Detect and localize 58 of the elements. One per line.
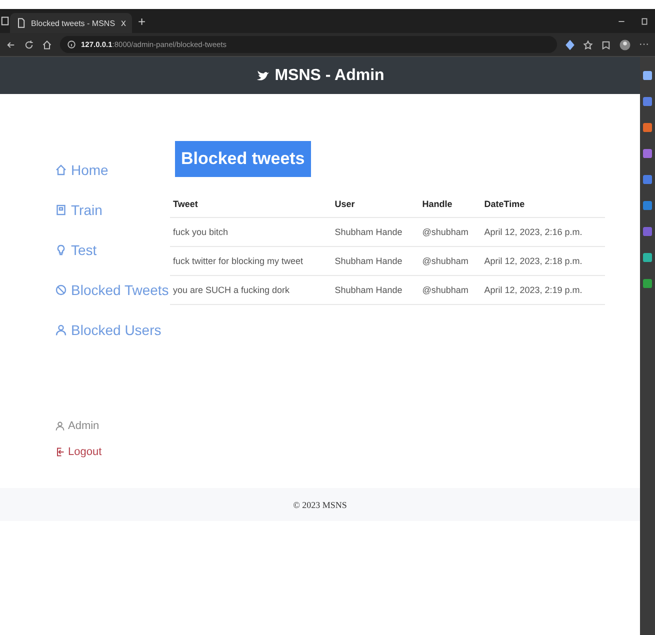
close-tab-button[interactable]: x [121,18,126,28]
nav-link[interactable]: Train [55,190,170,230]
table-cell: April 12, 2023, 2:16 p.m. [481,218,605,246]
table-cell: fuck you bitch [170,218,332,246]
column-header: Tweet [170,191,332,218]
profile-icon [619,38,631,50]
table-cell: @shubham [419,218,482,246]
browser-tab[interactable]: Blocked tweets - MSNS x [10,13,132,33]
table-cell: Shubham Hande [332,218,420,246]
lightbulb-icon [55,244,67,256]
tab-title: Blocked tweets - MSNS [31,18,116,28]
column-header: User [332,191,420,218]
person-icon [55,421,65,431]
nav-link[interactable]: Test [55,230,170,270]
logout-icon [55,447,65,457]
column-header: Handle [419,191,482,218]
more-button[interactable]: ··· [639,39,649,50]
site-title: MSNS - Admin [274,66,384,84]
house-icon [55,164,67,176]
footer-text: © 2023 MSNS [293,500,347,510]
logout-link[interactable]: Logout [55,446,170,458]
nav-link[interactable]: Blocked Users [55,310,170,350]
table-cell: Shubham Hande [332,246,420,276]
book-icon [55,204,67,216]
house-icon [42,40,52,50]
sidebar-app-icon[interactable] [643,175,652,184]
blocked-icon [55,284,67,296]
nav-link[interactable]: Blocked Tweets [55,270,170,310]
sidebar-app-icon[interactable] [643,201,652,210]
admin-link[interactable]: Admin [55,420,170,432]
column-header: DateTime [481,191,605,218]
info-icon [67,40,76,49]
table-cell: fuck twitter for blocking my tweet [170,246,332,276]
table-cell: @shubham [419,246,482,276]
reload-icon [24,40,34,50]
star-icon [583,40,593,50]
table-cell: you are SUCH a fucking dork [170,276,332,304]
page-icon [16,18,26,28]
page-title: Blocked tweets [175,141,311,177]
sidebar-app-icon[interactable] [643,279,652,288]
table-cell: April 12, 2023, 2:18 p.m. [481,246,605,276]
sidebar-app-icon[interactable] [643,71,652,80]
table-cell: April 12, 2023, 2:19 p.m. [481,276,605,304]
sidebar-app-icon[interactable] [643,97,652,106]
sidebar-app-icon[interactable] [643,123,652,132]
nav-link[interactable]: Home [55,150,170,190]
table-cell: Shubham Hande [332,276,420,304]
sidebar-app-icon[interactable] [643,227,652,236]
back-icon [6,40,16,50]
sidebar-app-icon[interactable] [643,253,652,262]
sidebar-app-icon[interactable] [643,149,652,158]
new-tab-button[interactable]: + [138,14,146,28]
favorites-icon [601,40,611,50]
person-icon [55,324,67,336]
maximize-icon [640,16,649,26]
bird-icon [256,68,270,82]
table-cell: @shubham [419,276,482,304]
extension-icon [565,40,575,50]
